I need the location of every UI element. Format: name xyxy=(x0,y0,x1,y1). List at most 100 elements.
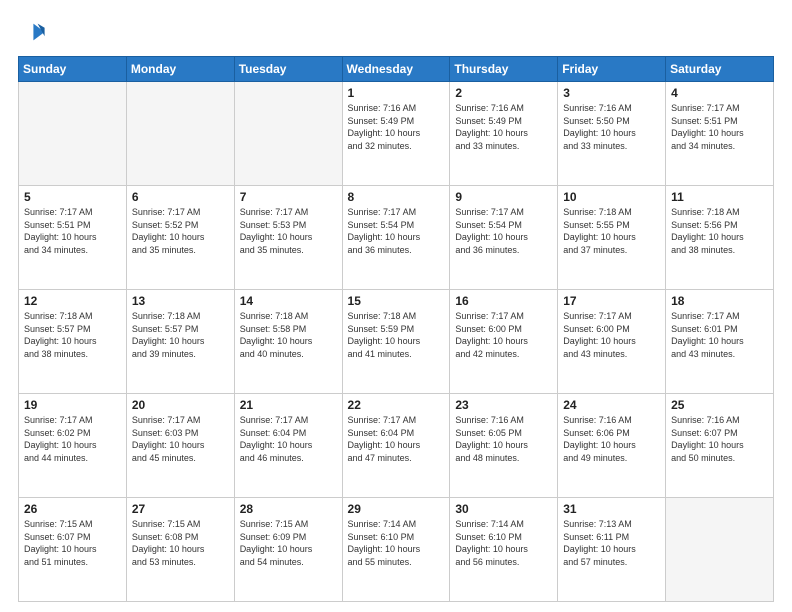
calendar-cell xyxy=(666,498,774,602)
day-number: 13 xyxy=(132,294,229,308)
cell-info: Sunrise: 7:18 AMSunset: 5:58 PMDaylight:… xyxy=(240,310,337,360)
cell-info: Sunrise: 7:16 AMSunset: 5:50 PMDaylight:… xyxy=(563,102,660,152)
day-number: 29 xyxy=(348,502,445,516)
cell-info: Sunrise: 7:16 AMSunset: 6:05 PMDaylight:… xyxy=(455,414,552,464)
calendar-cell: 5 Sunrise: 7:17 AMSunset: 5:51 PMDaylight… xyxy=(19,186,127,290)
day-number: 6 xyxy=(132,190,229,204)
calendar-cell: 27 Sunrise: 7:15 AMSunset: 6:08 PMDayligh… xyxy=(126,498,234,602)
calendar-cell: 8Sunrise: 7:17 AMSunset: 5:54 PMDaylight… xyxy=(342,186,450,290)
cell-info: Sunrise: 7:17 AMSunset: 6:04 PMDaylight:… xyxy=(348,414,445,464)
calendar-cell: 13 Sunrise: 7:18 AMSunset: 5:57 PMDayligh… xyxy=(126,290,234,394)
calendar-cell: 4 Sunrise: 7:17 AMSunset: 5:51 PMDaylight… xyxy=(666,82,774,186)
calendar-cell: 20 Sunrise: 7:17 AMSunset: 6:03 PMDayligh… xyxy=(126,394,234,498)
cell-info: Sunrise: 7:17 AMSunset: 6:01 PMDaylight:… xyxy=(671,310,768,360)
col-header-friday: Friday xyxy=(558,57,666,82)
calendar-cell: 22 Sunrise: 7:17 AMSunset: 6:04 PMDayligh… xyxy=(342,394,450,498)
day-number: 11 xyxy=(671,190,768,204)
calendar-cell: 23 Sunrise: 7:16 AMSunset: 6:05 PMDayligh… xyxy=(450,394,558,498)
cell-info: Sunrise: 7:17 AMSunset: 5:54 PMDaylight:… xyxy=(455,206,552,256)
day-number: 26 xyxy=(24,502,121,516)
day-number: 20 xyxy=(132,398,229,412)
cell-info: Sunrise: 7:16 AMSunset: 6:07 PMDaylight:… xyxy=(671,414,768,464)
calendar-cell: 19Sunrise: 7:17 AMSunset: 6:02 PMDayligh… xyxy=(19,394,127,498)
day-number: 2 xyxy=(455,86,552,100)
day-number: 3 xyxy=(563,86,660,100)
cell-info: Sunrise: 7:17 AMSunset: 6:04 PMDaylight:… xyxy=(240,414,337,464)
cell-info: Sunrise: 7:18 AMSunset: 5:57 PMDaylight:… xyxy=(24,310,121,360)
col-header-monday: Monday xyxy=(126,57,234,82)
day-number: 14 xyxy=(240,294,337,308)
week-row-4: 19Sunrise: 7:17 AMSunset: 6:02 PMDayligh… xyxy=(19,394,774,498)
calendar-cell: 7Sunrise: 7:17 AMSunset: 5:53 PMDaylight… xyxy=(234,186,342,290)
day-number: 12 xyxy=(24,294,121,308)
calendar-cell: 24Sunrise: 7:16 AMSunset: 6:06 PMDayligh… xyxy=(558,394,666,498)
col-header-tuesday: Tuesday xyxy=(234,57,342,82)
calendar-cell: 31 Sunrise: 7:13 AMSunset: 6:11 PMDayligh… xyxy=(558,498,666,602)
cell-info: Sunrise: 7:17 AMSunset: 6:03 PMDaylight:… xyxy=(132,414,229,464)
col-header-sunday: Sunday xyxy=(19,57,127,82)
day-number: 22 xyxy=(348,398,445,412)
day-number: 5 xyxy=(24,190,121,204)
cell-info: Sunrise: 7:16 AMSunset: 5:49 PMDaylight:… xyxy=(348,102,445,152)
calendar-cell: 3 Sunrise: 7:16 AMSunset: 5:50 PMDaylight… xyxy=(558,82,666,186)
cell-info: Sunrise: 7:17 AMSunset: 6:00 PMDaylight:… xyxy=(563,310,660,360)
cell-info: Sunrise: 7:16 AMSunset: 5:49 PMDaylight:… xyxy=(455,102,552,152)
calendar-cell: 15 Sunrise: 7:18 AMSunset: 5:59 PMDayligh… xyxy=(342,290,450,394)
calendar-cell: 26Sunrise: 7:15 AMSunset: 6:07 PMDayligh… xyxy=(19,498,127,602)
cell-info: Sunrise: 7:17 AMSunset: 5:54 PMDaylight:… xyxy=(348,206,445,256)
calendar-cell: 1 Sunrise: 7:16 AMSunset: 5:49 PMDaylight… xyxy=(342,82,450,186)
calendar-cell: 29 Sunrise: 7:14 AMSunset: 6:10 PMDayligh… xyxy=(342,498,450,602)
calendar-cell: 11 Sunrise: 7:18 AMSunset: 5:56 PMDayligh… xyxy=(666,186,774,290)
cell-info: Sunrise: 7:15 AMSunset: 6:08 PMDaylight:… xyxy=(132,518,229,568)
day-number: 23 xyxy=(455,398,552,412)
cell-info: Sunrise: 7:17 AMSunset: 6:02 PMDaylight:… xyxy=(24,414,121,464)
day-number: 27 xyxy=(132,502,229,516)
week-row-3: 12 Sunrise: 7:18 AMSunset: 5:57 PMDayligh… xyxy=(19,290,774,394)
day-number: 15 xyxy=(348,294,445,308)
day-number: 1 xyxy=(348,86,445,100)
day-number: 4 xyxy=(671,86,768,100)
cell-info: Sunrise: 7:17 AMSunset: 5:51 PMDaylight:… xyxy=(24,206,121,256)
calendar-cell: 30 Sunrise: 7:14 AMSunset: 6:10 PMDayligh… xyxy=(450,498,558,602)
logo-icon xyxy=(18,18,46,46)
header xyxy=(18,18,774,46)
cell-info: Sunrise: 7:18 AMSunset: 5:56 PMDaylight:… xyxy=(671,206,768,256)
cell-info: Sunrise: 7:18 AMSunset: 5:57 PMDaylight:… xyxy=(132,310,229,360)
cell-info: Sunrise: 7:13 AMSunset: 6:11 PMDaylight:… xyxy=(563,518,660,568)
calendar-cell: 2 Sunrise: 7:16 AMSunset: 5:49 PMDaylight… xyxy=(450,82,558,186)
calendar-cell: 25 Sunrise: 7:16 AMSunset: 6:07 PMDayligh… xyxy=(666,394,774,498)
cell-info: Sunrise: 7:15 AMSunset: 6:09 PMDaylight:… xyxy=(240,518,337,568)
cell-info: Sunrise: 7:17 AMSunset: 5:52 PMDaylight:… xyxy=(132,206,229,256)
day-number: 31 xyxy=(563,502,660,516)
calendar-cell: 28Sunrise: 7:15 AMSunset: 6:09 PMDayligh… xyxy=(234,498,342,602)
calendar-cell: 9 Sunrise: 7:17 AMSunset: 5:54 PMDaylight… xyxy=(450,186,558,290)
col-header-thursday: Thursday xyxy=(450,57,558,82)
cell-info: Sunrise: 7:17 AMSunset: 5:51 PMDaylight:… xyxy=(671,102,768,152)
page: SundayMondayTuesdayWednesdayThursdayFrid… xyxy=(0,0,792,612)
week-row-2: 5 Sunrise: 7:17 AMSunset: 5:51 PMDaylight… xyxy=(19,186,774,290)
logo xyxy=(18,18,50,46)
calendar-cell: 10Sunrise: 7:18 AMSunset: 5:55 PMDayligh… xyxy=(558,186,666,290)
week-row-1: 1 Sunrise: 7:16 AMSunset: 5:49 PMDaylight… xyxy=(19,82,774,186)
calendar-cell: 21Sunrise: 7:17 AMSunset: 6:04 PMDayligh… xyxy=(234,394,342,498)
day-number: 17 xyxy=(563,294,660,308)
cell-info: Sunrise: 7:16 AMSunset: 6:06 PMDaylight:… xyxy=(563,414,660,464)
cell-info: Sunrise: 7:17 AMSunset: 5:53 PMDaylight:… xyxy=(240,206,337,256)
calendar-cell: 17 Sunrise: 7:17 AMSunset: 6:00 PMDayligh… xyxy=(558,290,666,394)
cell-info: Sunrise: 7:14 AMSunset: 6:10 PMDaylight:… xyxy=(455,518,552,568)
day-number: 25 xyxy=(671,398,768,412)
calendar-cell: 16 Sunrise: 7:17 AMSunset: 6:00 PMDayligh… xyxy=(450,290,558,394)
day-number: 9 xyxy=(455,190,552,204)
day-number: 16 xyxy=(455,294,552,308)
cell-info: Sunrise: 7:14 AMSunset: 6:10 PMDaylight:… xyxy=(348,518,445,568)
calendar-cell xyxy=(19,82,127,186)
cell-info: Sunrise: 7:18 AMSunset: 5:55 PMDaylight:… xyxy=(563,206,660,256)
cell-info: Sunrise: 7:18 AMSunset: 5:59 PMDaylight:… xyxy=(348,310,445,360)
calendar-cell xyxy=(234,82,342,186)
calendar-cell: 6 Sunrise: 7:17 AMSunset: 5:52 PMDaylight… xyxy=(126,186,234,290)
day-number: 30 xyxy=(455,502,552,516)
calendar-table: SundayMondayTuesdayWednesdayThursdayFrid… xyxy=(18,56,774,602)
calendar-cell xyxy=(126,82,234,186)
col-header-saturday: Saturday xyxy=(666,57,774,82)
cell-info: Sunrise: 7:17 AMSunset: 6:00 PMDaylight:… xyxy=(455,310,552,360)
